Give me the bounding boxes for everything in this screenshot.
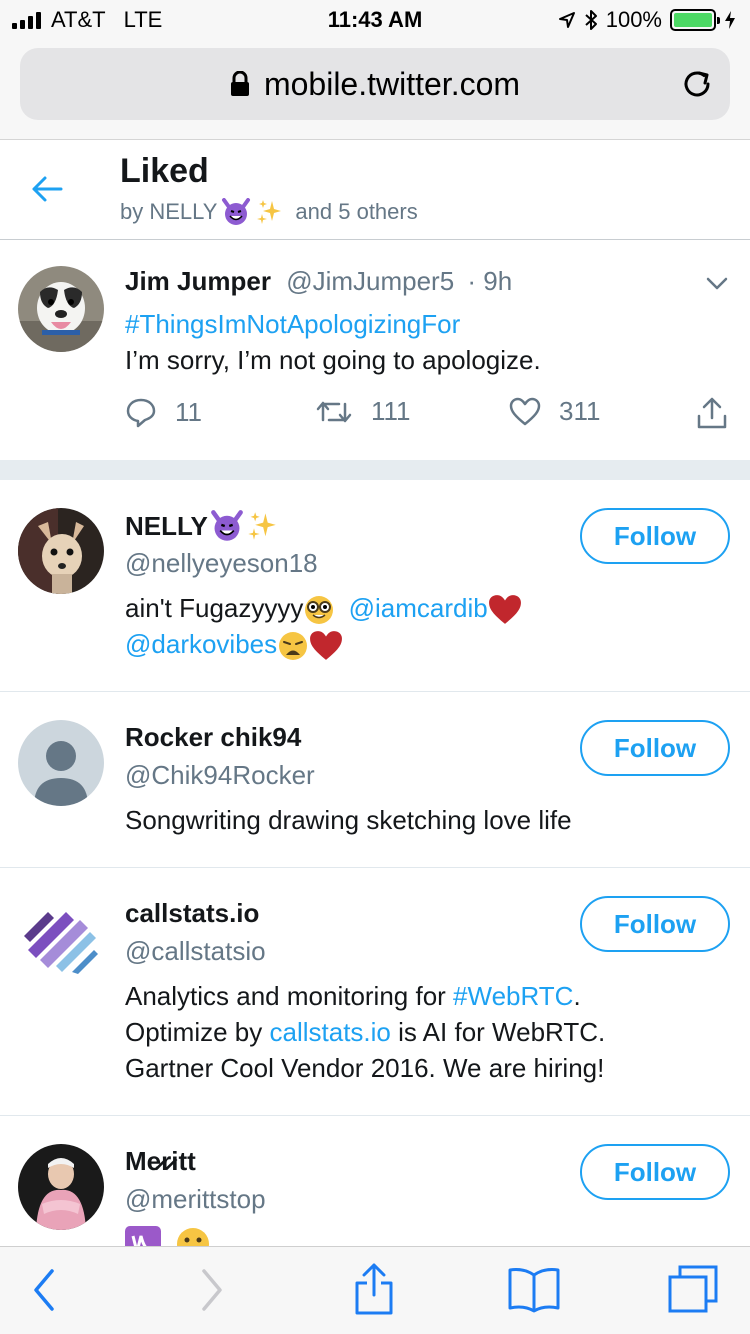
user-name[interactable]: NELLY bbox=[125, 510, 278, 542]
bio-text: Optimize by bbox=[125, 1017, 270, 1047]
bio-text: Analytics and monitoring for bbox=[125, 981, 454, 1011]
tweet-author-handle[interactable]: @JimJumper5 bbox=[286, 266, 454, 296]
bio-text: Gartner Cool Vendor 2016. We are hiring! bbox=[125, 1053, 605, 1083]
status-right: 100% bbox=[558, 7, 736, 33]
bookmarks-icon[interactable] bbox=[506, 1265, 562, 1313]
mention-link[interactable]: @iamcardib bbox=[349, 593, 488, 623]
forward-icon[interactable] bbox=[196, 1265, 226, 1315]
subtitle-prefix: by NELLY bbox=[120, 199, 218, 224]
page-subtitle: by NELLY and 5 others bbox=[120, 198, 418, 226]
retweet-count: 111 bbox=[371, 396, 411, 426]
browser-toolbar bbox=[0, 1246, 750, 1334]
heart-icon bbox=[509, 397, 541, 425]
user-bio: Analytics and monitoring for #WebRTC. Op… bbox=[125, 978, 670, 1086]
back-icon[interactable] bbox=[30, 1265, 60, 1315]
battery-fill bbox=[674, 13, 712, 27]
user-name-text: NELLY bbox=[125, 510, 208, 541]
red-heart-emoji-icon bbox=[488, 595, 521, 624]
subtitle-suffix: and 5 others bbox=[295, 199, 418, 224]
bio-text: ain't Fugazyyyy bbox=[125, 593, 304, 623]
user-row[interactable]: NELLY @nellyeyeson18 Follow ain't Fugazy… bbox=[0, 480, 750, 692]
tweet-hashtag-link[interactable]: #ThingsImNotApologizingFor bbox=[125, 309, 460, 340]
tweet-header: Jim Jumper @JimJumper5 · 9h bbox=[125, 266, 512, 297]
url-text: mobile.twitter.com bbox=[263, 65, 521, 102]
location-icon bbox=[558, 12, 575, 28]
tabs-icon[interactable] bbox=[666, 1265, 720, 1315]
page-title: Liked bbox=[120, 152, 209, 190]
sparkles-emoji-icon bbox=[257, 200, 282, 224]
smiling-devil-emoji-icon bbox=[222, 198, 251, 225]
url-link[interactable]: callstats.io bbox=[270, 1017, 391, 1047]
tweet-actions: 11 111 311 bbox=[125, 396, 735, 436]
user-row[interactable]: callstats.io @callstatsio Follow Analyti… bbox=[0, 868, 750, 1116]
follow-button[interactable]: Follow bbox=[580, 508, 730, 564]
retweet-button[interactable]: 111 bbox=[315, 396, 411, 427]
retweet-icon bbox=[316, 401, 352, 422]
battery-icon bbox=[670, 9, 720, 31]
tweet-text: I’m sorry, I’m not going to apologize. bbox=[125, 345, 541, 375]
share-tweet-button[interactable] bbox=[695, 396, 729, 430]
user-handle[interactable]: @callstatsio bbox=[125, 936, 266, 967]
browser-top-bar: AT&T LTE 11:43 AM 100% mobile.twitter.co… bbox=[0, 0, 750, 140]
lock-icon bbox=[230, 71, 249, 96]
user-row[interactable]: Rocker chik94 @Chik94Rocker Follow Songw… bbox=[0, 692, 750, 868]
liked-tweet[interactable]: Jim Jumper @JimJumper5 · 9h #ThingsImNot… bbox=[0, 241, 750, 460]
face-emoji-icon bbox=[177, 1228, 209, 1246]
user-handle[interactable]: @merittstop bbox=[125, 1184, 266, 1215]
capricorn-emoji-icon bbox=[125, 1226, 161, 1246]
battery-percent: 100% bbox=[605, 7, 662, 32]
like-button[interactable]: 311 bbox=[509, 396, 600, 427]
share-icon[interactable] bbox=[352, 1261, 396, 1317]
follow-button[interactable]: Follow bbox=[580, 720, 730, 776]
user-bio: ain't Fugazyyyy @iamcardib @darkovibes bbox=[125, 590, 670, 662]
avatar[interactable] bbox=[18, 1144, 104, 1230]
red-heart-emoji-icon bbox=[310, 631, 343, 661]
chevron-down-icon[interactable] bbox=[706, 277, 728, 291]
reply-count: 11 bbox=[175, 396, 202, 427]
back-arrow-icon[interactable] bbox=[30, 172, 64, 206]
user-bio bbox=[125, 1226, 211, 1246]
mention-link[interactable]: @darkovibes bbox=[125, 629, 277, 659]
user-name[interactable]: Me̷r̷itt bbox=[125, 1146, 196, 1177]
follow-button[interactable]: Follow bbox=[580, 896, 730, 952]
reply-button[interactable]: 11 bbox=[125, 396, 202, 428]
user-row[interactable]: Me̷r̷itt @merittstop Follow bbox=[0, 1116, 750, 1246]
bio-text: is AI for WebRTC. bbox=[390, 1017, 606, 1047]
avatar[interactable] bbox=[18, 266, 104, 352]
user-handle[interactable]: @nellyeyeson18 bbox=[125, 548, 318, 579]
user-bio: Songwriting drawing sketching love life bbox=[125, 805, 572, 835]
bio-text: . bbox=[573, 981, 581, 1011]
tweet-author-name[interactable]: Jim Jumper bbox=[125, 266, 271, 296]
follow-button[interactable]: Follow bbox=[580, 1144, 730, 1200]
avatar[interactable] bbox=[18, 508, 104, 594]
hashtag-link[interactable]: #WebRTC bbox=[453, 981, 573, 1011]
weary-face-emoji-icon bbox=[279, 632, 308, 661]
nerd-face-emoji-icon bbox=[305, 596, 334, 625]
like-count: 311 bbox=[559, 396, 601, 426]
liked-by-header: Liked by NELLY and 5 others bbox=[0, 140, 750, 240]
default-avatar-icon[interactable] bbox=[18, 720, 104, 806]
avatar[interactable] bbox=[18, 896, 104, 982]
section-divider bbox=[0, 460, 750, 480]
user-name[interactable]: callstats.io bbox=[125, 898, 259, 929]
user-handle[interactable]: @Chik94Rocker bbox=[125, 760, 315, 791]
tweet-timestamp[interactable]: · 9h bbox=[467, 266, 512, 296]
address-bar[interactable]: mobile.twitter.com bbox=[20, 48, 730, 120]
status-bar: AT&T LTE 11:43 AM 100% bbox=[0, 0, 750, 40]
share-icon bbox=[697, 397, 727, 429]
reply-icon bbox=[126, 398, 156, 428]
charging-icon bbox=[725, 11, 735, 29]
bluetooth-icon bbox=[585, 10, 597, 30]
sparkles-emoji-icon bbox=[248, 512, 276, 540]
user-name[interactable]: Rocker chik94 bbox=[125, 722, 301, 753]
smiling-devil-emoji-icon bbox=[210, 510, 243, 541]
reload-icon[interactable] bbox=[680, 67, 714, 101]
